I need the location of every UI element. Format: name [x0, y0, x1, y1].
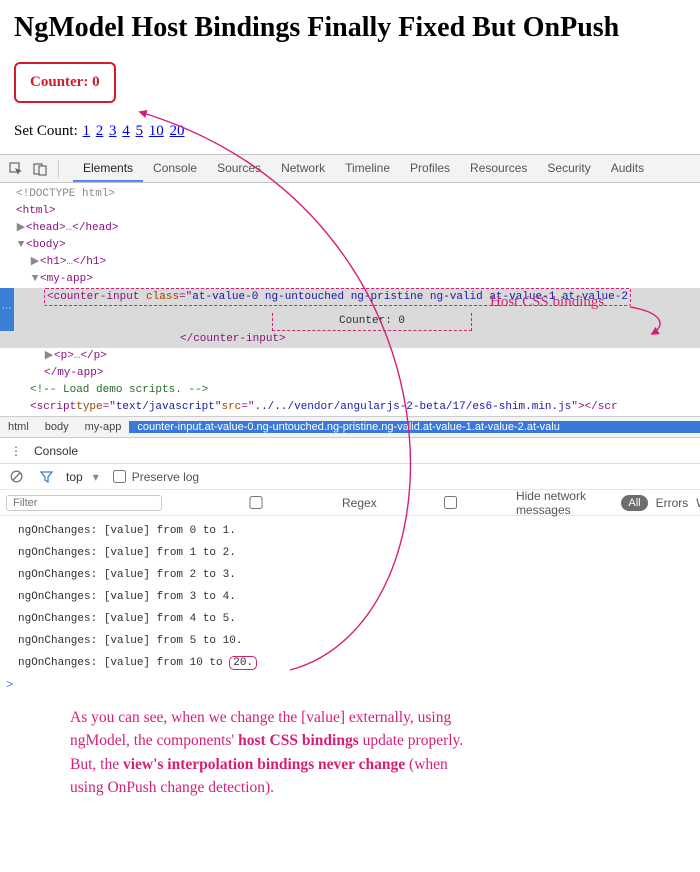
page-title: NgModel Host Bindings Finally Fixed But …	[14, 12, 700, 44]
counter-text-node: Counter: 0	[272, 313, 472, 331]
selection-gutter-icon: ⋯	[0, 288, 14, 331]
filter-icon[interactable]	[36, 467, 56, 487]
tab-resources[interactable]: Resources	[460, 155, 537, 182]
tab-security[interactable]: Security	[537, 155, 600, 182]
preserve-log-input[interactable]	[113, 470, 126, 483]
console-prompt[interactable]: >	[0, 678, 700, 692]
inspect-element-icon[interactable]	[6, 159, 26, 179]
tab-elements[interactable]: Elements	[73, 155, 143, 182]
console-line: ngOnChanges: [value] from 10 to 20.	[18, 652, 700, 674]
my-app-tag[interactable]: my-app	[47, 271, 87, 288]
breadcrumb: html body my-app counter-input.at-value-…	[0, 416, 700, 438]
console-filter-input[interactable]	[6, 495, 162, 511]
expand-icon[interactable]: ▶	[16, 220, 26, 237]
h1-tag[interactable]: h1	[47, 254, 60, 271]
set-count-link-2[interactable]: 2	[96, 123, 104, 139]
expand-icon[interactable]: ▶	[44, 348, 54, 365]
tab-timeline[interactable]: Timeline	[335, 155, 400, 182]
devtools-panel: Elements Console Sources Network Timelin…	[0, 154, 700, 692]
clear-console-icon[interactable]	[6, 467, 26, 487]
set-count-link-3[interactable]: 3	[109, 123, 117, 139]
console-line: ngOnChanges: [value] from 5 to 10.	[18, 630, 700, 652]
p-tag[interactable]: p	[61, 348, 68, 365]
crumb-body[interactable]: body	[37, 421, 77, 433]
tab-network[interactable]: Network	[271, 155, 335, 182]
hide-network-checkbox[interactable]: Hide network messages	[387, 489, 612, 517]
body-tag[interactable]: body	[33, 237, 59, 254]
console-drawer: ⋮ Console top ▾ Preserve log Regex Hide …	[0, 438, 700, 692]
crumb-my-app[interactable]: my-app	[77, 421, 130, 433]
expand-icon[interactable]: ▶	[30, 254, 40, 271]
toolbar-separator	[58, 160, 59, 178]
set-count-link-1[interactable]: 1	[83, 123, 91, 139]
log-level-all[interactable]: All	[621, 495, 647, 511]
annotation-note: As you can see, when we change the [valu…	[0, 692, 700, 821]
console-line: ngOnChanges: [value] from 3 to 4.	[18, 586, 700, 608]
context-selector[interactable]: top	[66, 470, 83, 484]
annotation-host-bindings-label: Host CSS bindings	[490, 294, 604, 311]
head-tag[interactable]: head	[33, 220, 59, 237]
collapse-icon[interactable]: ▼	[30, 271, 40, 288]
tab-profiles[interactable]: Profiles	[400, 155, 460, 182]
log-level-errors[interactable]: Errors	[656, 496, 689, 510]
counter-value-label: Counter: 0	[30, 74, 100, 90]
crumb-html[interactable]: html	[0, 421, 37, 433]
tab-console[interactable]: Console	[143, 155, 207, 182]
set-count-label: Set Count:	[14, 123, 82, 139]
crumb-selected[interactable]: counter-input.at-value-0.ng-untouched.ng…	[129, 421, 700, 433]
set-count-link-4[interactable]: 4	[122, 123, 130, 139]
preserve-log-checkbox[interactable]: Preserve log	[109, 467, 199, 486]
tab-sources[interactable]: Sources	[207, 155, 271, 182]
script-tag[interactable]: script	[37, 399, 77, 416]
close-counter-input-tag: </counter-input>	[180, 331, 286, 348]
log-level-warnings[interactable]: Warnings	[696, 496, 700, 510]
regex-checkbox[interactable]: Regex	[172, 493, 377, 512]
doctype-node: <!DOCTYPE html>	[16, 186, 115, 203]
console-line: ngOnChanges: [value] from 4 to 5.	[18, 608, 700, 630]
counter-input-tag: counter-input	[54, 291, 140, 303]
set-count-link-5[interactable]: 5	[136, 123, 144, 139]
drawer-menu-icon[interactable]: ⋮	[6, 441, 26, 461]
highlighted-value: 20.	[229, 656, 257, 670]
device-mode-icon[interactable]	[30, 159, 50, 179]
html-tag[interactable]: html	[23, 203, 49, 220]
collapse-icon[interactable]: ▼	[16, 237, 26, 254]
drawer-title: Console	[34, 444, 78, 458]
devtools-tabbar: Elements Console Sources Network Timelin…	[0, 155, 700, 183]
set-count-row: Set Count: 1 2 3 4 5 10 20	[14, 123, 700, 140]
class-attr-name: class	[146, 291, 179, 303]
console-line: ngOnChanges: [value] from 2 to 3.	[18, 564, 700, 586]
comment-node: <!-- Load demo scripts. -->	[30, 382, 208, 399]
ellipsis: …	[66, 220, 73, 237]
counter-input-box: Counter: 0	[14, 62, 116, 103]
console-line: ngOnChanges: [value] from 0 to 1.	[18, 520, 700, 542]
tab-audits[interactable]: Audits	[601, 155, 654, 182]
console-line: ngOnChanges: [value] from 1 to 2.	[18, 542, 700, 564]
set-count-link-20[interactable]: 20	[170, 123, 185, 139]
set-count-link-10[interactable]: 10	[149, 123, 164, 139]
console-output[interactable]: ngOnChanges: [value] from 0 to 1. ngOnCh…	[0, 516, 700, 678]
